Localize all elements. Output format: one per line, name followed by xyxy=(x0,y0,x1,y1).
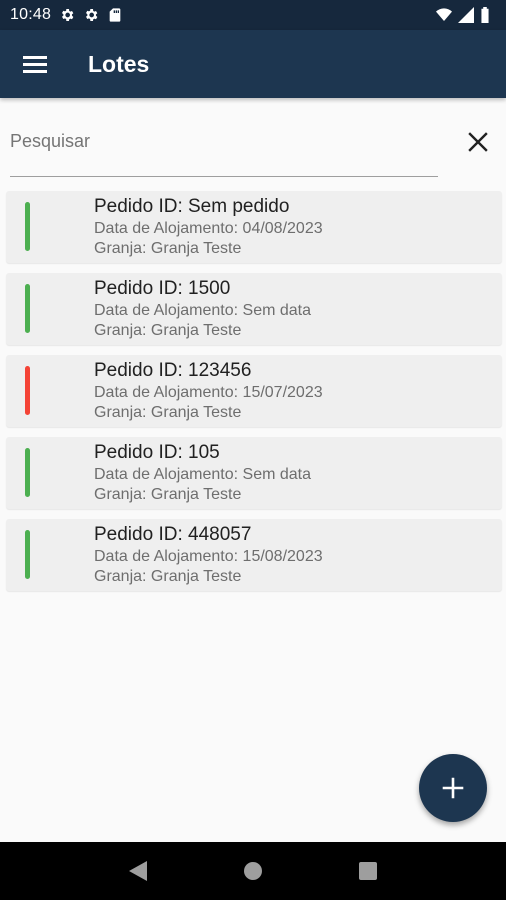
close-icon xyxy=(468,132,488,152)
list-item[interactable]: Pedido ID: 448057 Data de Alojamento: 15… xyxy=(6,519,502,591)
data-alojamento: Data de Alojamento: 15/07/2023 xyxy=(94,384,323,401)
granja: Granja: Granja Teste xyxy=(94,486,242,503)
status-time: 10:48 xyxy=(10,6,52,23)
list-item[interactable]: Pedido ID: Sem pedido Data de Alojamento… xyxy=(6,191,502,263)
granja: Granja: Granja Teste xyxy=(94,568,242,585)
granja: Granja: Granja Teste xyxy=(94,322,242,339)
pedido-id: Pedido ID: 448057 xyxy=(94,524,252,545)
menu-icon xyxy=(23,56,47,73)
menu-button[interactable] xyxy=(0,30,70,98)
status-indicator xyxy=(25,530,30,579)
status-right xyxy=(436,7,496,23)
sd-card-icon xyxy=(107,7,123,23)
lote-list: Pedido ID: Sem pedido Data de Alojamento… xyxy=(6,191,502,601)
back-button[interactable] xyxy=(118,851,158,891)
status-bar: 10:48 xyxy=(0,0,506,30)
pedido-id: Pedido ID: 123456 xyxy=(94,360,252,381)
granja: Granja: Granja Teste xyxy=(94,404,242,421)
gear-icon xyxy=(59,7,75,23)
add-lote-button[interactable] xyxy=(419,754,487,822)
list-item-text: Pedido ID: 1500 Data de Alojamento: Sem … xyxy=(94,277,311,341)
back-icon xyxy=(128,861,147,881)
search-input[interactable] xyxy=(10,118,438,164)
app-screen: 10:48 Lotes Pesquisar Pedido ID: Sem ped… xyxy=(0,0,506,900)
pedido-id: Pedido ID: 1500 xyxy=(94,278,231,299)
battery-icon xyxy=(480,7,496,23)
data-alojamento: Data de Alojamento: Sem data xyxy=(94,302,312,319)
list-item[interactable]: Pedido ID: 105 Data de Alojamento: Sem d… xyxy=(6,437,502,509)
wifi-icon xyxy=(436,7,452,23)
list-item-text: Pedido ID: 448057 Data de Alojamento: 15… xyxy=(94,523,323,587)
list-item[interactable]: Pedido ID: 1500 Data de Alojamento: Sem … xyxy=(6,273,502,345)
data-alojamento: Data de Alojamento: Sem data xyxy=(94,466,312,483)
signal-icon xyxy=(458,7,474,23)
status-indicator xyxy=(25,202,30,251)
pedido-id: Pedido ID: Sem pedido xyxy=(94,196,290,217)
list-item-text: Pedido ID: 105 Data de Alojamento: Sem d… xyxy=(94,441,311,505)
home-icon xyxy=(243,862,262,880)
recents-button[interactable] xyxy=(348,851,388,891)
app-bar: Lotes xyxy=(0,30,506,98)
data-alojamento: Data de Alojamento: 04/08/2023 xyxy=(94,220,323,237)
list-item-text: Pedido ID: Sem pedido Data de Alojamento… xyxy=(94,195,323,259)
status-indicator xyxy=(25,284,30,333)
list-item[interactable]: Pedido ID: 123456 Data de Alojamento: 15… xyxy=(6,355,502,427)
page-title: Lotes xyxy=(88,50,150,77)
status-indicator xyxy=(25,366,30,415)
pedido-id: Pedido ID: 105 xyxy=(94,442,220,463)
status-indicator xyxy=(25,448,30,497)
recents-icon xyxy=(359,862,378,880)
data-alojamento: Data de Alojamento: 15/08/2023 xyxy=(94,548,323,565)
gear-icon xyxy=(83,7,99,23)
system-nav-bar xyxy=(0,842,506,900)
search-field xyxy=(10,118,438,177)
clear-search-button[interactable] xyxy=(462,126,494,158)
status-left: 10:48 xyxy=(10,6,123,24)
granja: Granja: Granja Teste xyxy=(94,240,242,257)
home-button[interactable] xyxy=(233,851,273,891)
list-item-text: Pedido ID: 123456 Data de Alojamento: 15… xyxy=(94,359,323,423)
plus-icon xyxy=(442,777,464,799)
